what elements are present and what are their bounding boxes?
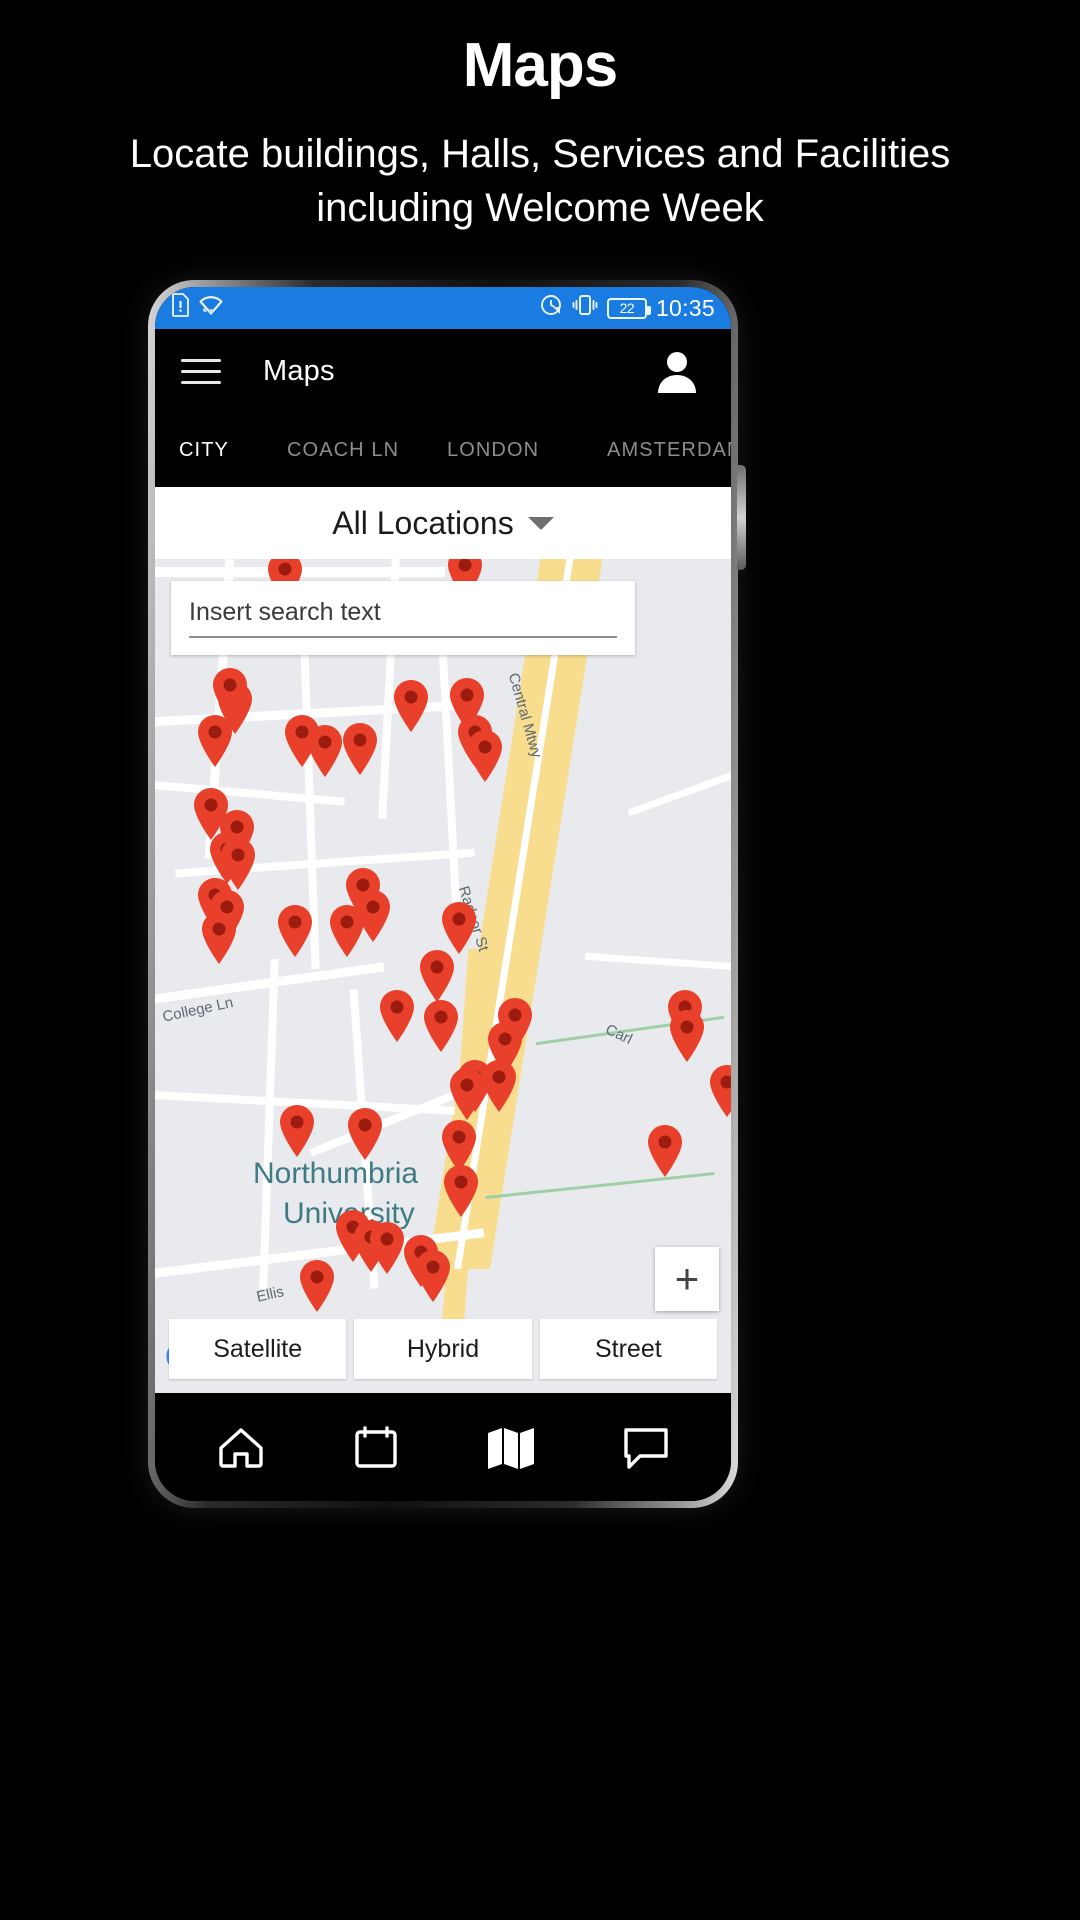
search-input[interactable] — [189, 598, 617, 636]
person-icon[interactable] — [649, 344, 705, 400]
hamburger-icon[interactable] — [181, 359, 221, 384]
road-v5 — [259, 958, 279, 1290]
map-type-satellite[interactable]: Satellite — [169, 1319, 347, 1379]
chevron-down-icon — [527, 516, 554, 530]
location-filter-dropdown[interactable]: All Locations — [155, 487, 731, 559]
bottom-navigation — [155, 1393, 731, 1501]
map-pin[interactable] — [667, 1009, 707, 1063]
calendar-icon[interactable] — [341, 1412, 411, 1482]
chat-icon[interactable] — [611, 1412, 681, 1482]
status-bar: 22 10:35 — [155, 287, 731, 329]
map-type-button-group: Satellite Hybrid Street — [169, 1319, 717, 1379]
map-pin[interactable] — [275, 904, 315, 958]
status-bar-clock: 10:35 — [655, 294, 715, 321]
map-pin[interactable] — [447, 1067, 487, 1121]
app-bar: Maps — [155, 329, 731, 414]
phone-mockup: 22 10:35 Maps CITY COACH LN LONDON AMSTE… — [148, 280, 746, 1508]
map-pin[interactable] — [441, 1164, 481, 1218]
road-v4 — [437, 618, 461, 920]
map-pin[interactable] — [413, 1249, 453, 1303]
map-pin[interactable] — [210, 667, 250, 721]
zoom-in-button[interactable]: + — [655, 1247, 719, 1311]
tab-bar: CITY COACH LN LONDON AMSTERDAM — [155, 414, 731, 487]
search-underline — [189, 636, 617, 638]
map-canvas[interactable]: Central Mtwy Radnor St College Ln Carl N… — [155, 559, 731, 1393]
map-pin[interactable] — [417, 949, 457, 1003]
map-pin[interactable] — [439, 901, 479, 955]
search-box[interactable] — [171, 581, 635, 655]
app-screen: 22 10:35 Maps CITY COACH LN LONDON AMSTE… — [155, 287, 731, 1501]
map-pin[interactable] — [345, 1107, 385, 1161]
tab-coach-ln[interactable]: COACH LN — [287, 439, 447, 462]
phone-screen-frame: 22 10:35 Maps CITY COACH LN LONDON AMSTE… — [155, 287, 731, 1501]
map-label-carl: Carl — [602, 1021, 635, 1049]
page-title: Maps — [462, 31, 618, 100]
tab-city[interactable]: CITY — [179, 439, 287, 462]
map-pin[interactable] — [327, 904, 367, 958]
map-pin[interactable] — [421, 999, 461, 1053]
sim-alert-icon — [171, 293, 190, 323]
page-subtitle: Locate buildings, Halls, Services and Fa… — [129, 132, 951, 230]
map-pin[interactable] — [340, 722, 380, 776]
map-icon[interactable] — [476, 1412, 546, 1482]
map-pin[interactable] — [707, 1064, 731, 1118]
map-pin[interactable] — [645, 1124, 685, 1178]
map-pin[interactable] — [195, 714, 235, 768]
battery-indicator: 22 — [606, 297, 651, 319]
vibrate-icon — [572, 293, 598, 323]
map-label-northumbria: Northumbria — [253, 1157, 419, 1190]
wifi-icon — [198, 294, 224, 322]
map-pin[interactable] — [305, 724, 345, 778]
map-pin[interactable] — [391, 679, 431, 733]
map-pin[interactable] — [297, 1259, 337, 1313]
road-h3 — [155, 780, 345, 806]
home-icon[interactable] — [206, 1412, 276, 1482]
map-pin[interactable] — [485, 1021, 525, 1075]
road-right-a — [584, 952, 731, 973]
map-pin[interactable] — [377, 989, 417, 1043]
location-filter-label: All Locations — [332, 504, 514, 541]
map-pin[interactable] — [465, 729, 505, 783]
app-bar-title: Maps — [263, 355, 335, 387]
map-type-hybrid[interactable]: Hybrid — [354, 1319, 532, 1379]
road-right-b — [627, 768, 731, 817]
tab-london[interactable]: LONDON — [447, 439, 607, 462]
phone-power-button — [737, 465, 746, 570]
map-pin[interactable] — [277, 1104, 317, 1158]
map-pin[interactable] — [199, 911, 239, 965]
alarm-mute-icon — [539, 293, 563, 323]
promo-page: Maps Locate buildings, Halls, Services a… — [0, 0, 1080, 1920]
tab-amsterdam[interactable]: AMSTERDAM — [607, 439, 731, 462]
map-type-street[interactable]: Street — [539, 1319, 717, 1379]
